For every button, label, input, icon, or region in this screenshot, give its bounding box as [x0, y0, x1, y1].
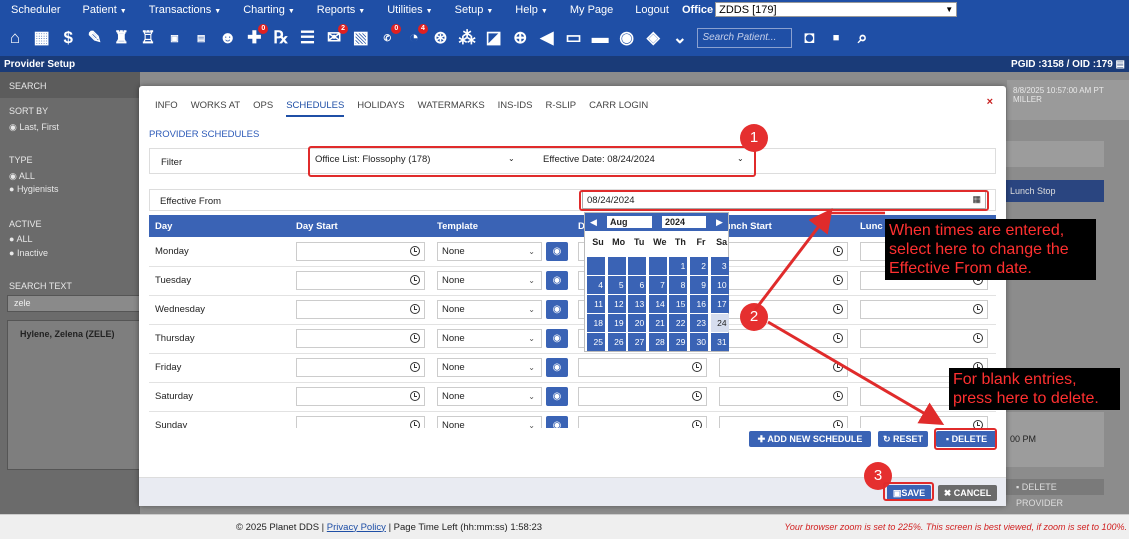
annotation-note-delete: For blank entries, press here to delete.: [949, 368, 1120, 410]
arrow-to-delete: [767, 320, 945, 426]
privacy-policy-link[interactable]: Privacy Policy: [327, 522, 386, 533]
arrow-to-effective-from: [753, 208, 833, 311]
footer-copyright: © 2025 Planet DDS | Privacy Policy | Pag…: [236, 521, 543, 533]
annotation-note-effective-from: When times are entered, select here to c…: [885, 219, 1096, 280]
page-footer: © 2025 Planet DDS | Privacy Policy | Pag…: [0, 514, 1129, 539]
zoom-warning: Your browser zoom is set to 225%. This s…: [784, 522, 1127, 532]
